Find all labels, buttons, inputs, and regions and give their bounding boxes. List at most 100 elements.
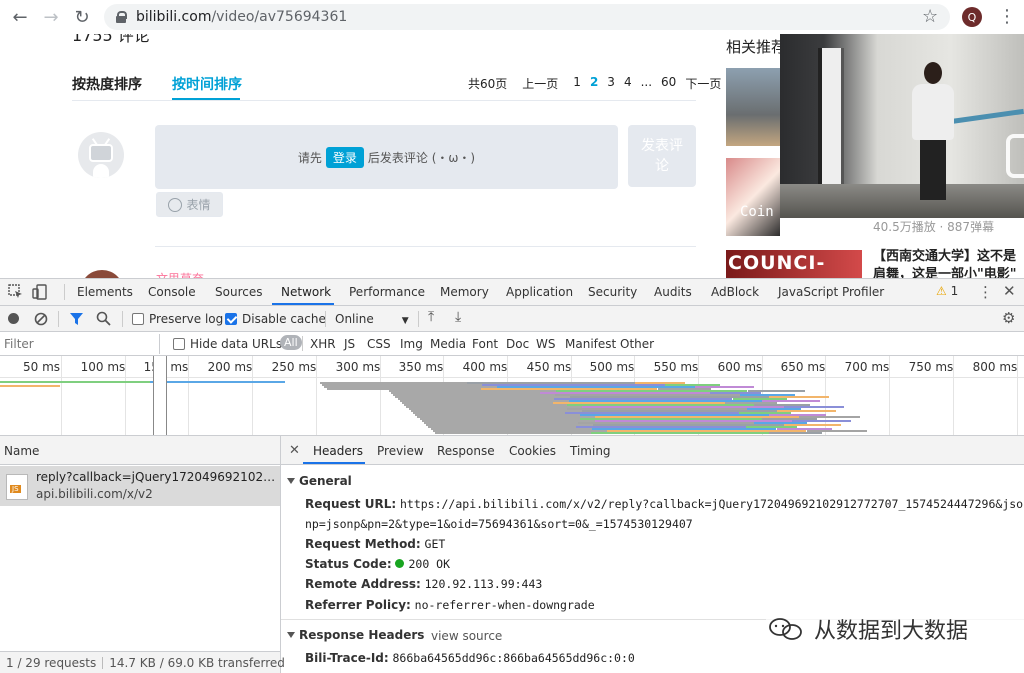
network-overview-timeline[interactable]: 50 ms100 ms150 ms200 ms250 ms300 ms350 m…	[0, 356, 1024, 436]
devtools-tabbar: Elements Console Sources Network Perform…	[0, 279, 1024, 306]
filter-type-ws[interactable]: WS	[536, 337, 555, 351]
tab-sources[interactable]: Sources	[215, 285, 262, 299]
import-har-icon[interactable]: ⤒	[428, 309, 434, 325]
page-link[interactable]: 60	[661, 75, 676, 92]
picture-in-picture-video[interactable]	[780, 34, 1024, 218]
filter-input[interactable]	[0, 334, 160, 354]
disable-cache-checkbox[interactable]: Disable cache	[225, 312, 326, 326]
timeline-tick-label: 800 ms	[972, 360, 1018, 374]
hide-data-urls-checkbox[interactable]: Hide data URLs	[173, 337, 282, 351]
referrer-policy-label: Referrer Policy:	[305, 598, 411, 612]
request-method-label: Request Method:	[305, 537, 421, 551]
emoji-label: 表情	[186, 198, 211, 212]
sort-by-hot-tab[interactable]: 按热度排序	[72, 74, 142, 94]
filter-type-doc[interactable]: Doc	[506, 337, 529, 351]
referrer-policy-value: no-referrer-when-downgrade	[414, 598, 595, 612]
tab-elements[interactable]: Elements	[77, 285, 133, 299]
next-page-link[interactable]: 下一页	[685, 75, 721, 92]
filter-type-font[interactable]: Font	[472, 337, 498, 351]
bookmark-star-icon[interactable]: ☆	[922, 6, 938, 27]
response-headers-section-header[interactable]: Response Headers	[287, 628, 424, 642]
page-link[interactable]: 3	[607, 75, 615, 92]
timeline-tick-label: 300 ms	[335, 360, 381, 374]
view-source-link[interactable]: view source	[431, 629, 502, 643]
prev-page-link[interactable]: 上一页	[522, 75, 558, 92]
preserve-log-checkbox[interactable]: Preserve log	[132, 312, 223, 326]
tab-response[interactable]: Response	[437, 444, 495, 458]
tab-console[interactable]: Console	[148, 285, 196, 299]
network-toolbar: Preserve log Disable cache Online ▼ ⤒ ⤓ ⚙	[0, 306, 1024, 332]
related-video-title[interactable]: 【西南交通大学】这不是肩舞，这是一部小"电影"	[873, 248, 1024, 278]
export-har-icon[interactable]: ⤓	[455, 309, 461, 325]
filter-type-manifest[interactable]: Manifest	[565, 337, 616, 351]
timeline-tick-label: 500 ms	[589, 360, 635, 374]
emoji-button[interactable]: 表情	[156, 192, 223, 217]
page-link[interactable]: 1	[573, 75, 581, 92]
clear-icon[interactable]	[34, 312, 48, 326]
related-video-thumbnail[interactable]	[726, 68, 780, 146]
inspect-element-icon[interactable]	[8, 284, 24, 300]
reply-username[interactable]: 文思草奈	[156, 270, 204, 278]
tab-performance[interactable]: Performance	[349, 285, 425, 299]
filter-icon[interactable]	[69, 312, 84, 326]
forward-icon[interactable]: →	[37, 3, 65, 31]
request-url-value-continued: np=jsonp&pn=2&type=1&oid=75694361&sort=0…	[305, 517, 693, 531]
tab-memory[interactable]: Memory	[440, 285, 489, 299]
tab-network[interactable]: Network	[281, 285, 331, 299]
tab-preview[interactable]: Preview	[377, 444, 424, 458]
record-icon[interactable]	[8, 313, 19, 324]
comment-input-box[interactable]: 请先 登录 后发表评论 (・ω・)	[155, 125, 618, 189]
status-code-label: Status Code:	[305, 557, 392, 571]
page-link-current[interactable]: 2	[590, 75, 598, 92]
filter-type-img[interactable]: Img	[400, 337, 423, 351]
related-video-thumbnail[interactable]: Coin	[726, 158, 780, 236]
filter-type-xhr[interactable]: XHR	[310, 337, 336, 351]
page-link[interactable]: 4	[624, 75, 632, 92]
network-settings-gear-icon[interactable]: ⚙	[1002, 309, 1015, 327]
tab-headers[interactable]: Headers	[313, 444, 363, 458]
tab-security[interactable]: Security	[588, 285, 637, 299]
filter-type-other[interactable]: Other	[620, 337, 654, 351]
device-toolbar-icon[interactable]	[32, 284, 48, 300]
sort-by-time-tab[interactable]: 按时间排序	[172, 74, 242, 94]
tab-audits[interactable]: Audits	[654, 285, 692, 299]
timeline-tick-label: 450 ms	[526, 360, 572, 374]
page-content: 1755 评论 按热度排序 按时间排序 共60页 上一页 1 2 3 4 ...…	[0, 34, 1024, 278]
smiley-icon	[168, 197, 183, 212]
login-button[interactable]: 登录	[325, 146, 364, 168]
timeline-request-bar	[150, 381, 285, 383]
filter-type-all[interactable]: All	[280, 335, 302, 350]
post-comment-button[interactable]: 发表评论	[628, 125, 696, 187]
browser-menu-icon[interactable]: ⋮	[998, 6, 1016, 27]
profile-avatar[interactable]: Q	[962, 7, 982, 27]
related-video-stats: 40.5万播放 · 887弹幕	[873, 220, 995, 234]
related-video-thumbnail[interactable]: COUNCI-	[726, 250, 862, 278]
tab-cookies[interactable]: Cookies	[509, 444, 556, 458]
devtools-menu-icon[interactable]: ⋮	[978, 283, 993, 301]
throttling-select[interactable]: Online ▼	[335, 312, 409, 326]
timeline-tick-label: 550 ms	[653, 360, 699, 374]
name-column-header[interactable]: Name	[0, 436, 280, 465]
filter-type-media[interactable]: Media	[430, 337, 466, 351]
reply-user-avatar[interactable]	[80, 270, 124, 278]
tab-adblock[interactable]: AdBlock	[711, 285, 759, 299]
response-headers-label: Response Headers	[299, 628, 425, 642]
timeline-request-bar	[0, 381, 150, 383]
search-icon[interactable]	[96, 311, 111, 326]
timeline-selection-marker[interactable]	[153, 356, 167, 435]
general-section-header[interactable]: General	[287, 474, 352, 488]
close-details-icon[interactable]: ✕	[289, 443, 300, 458]
reload-icon[interactable]: ↻	[68, 3, 96, 31]
timeline-tick-label: 600 ms	[717, 360, 763, 374]
tab-javascript-profiler[interactable]: JavaScript Profiler	[778, 285, 884, 299]
filter-type-css[interactable]: CSS	[367, 337, 391, 351]
tab-timing[interactable]: Timing	[570, 444, 611, 458]
filter-type-js[interactable]: JS	[344, 337, 355, 351]
address-bar[interactable]: bilibili.com/video/av75694361	[104, 4, 950, 30]
back-icon[interactable]: ←	[6, 3, 34, 31]
request-count: 1 / 29 requests	[6, 656, 97, 670]
close-devtools-icon[interactable]: ✕	[1003, 282, 1016, 300]
warning-counter[interactable]: ⚠ 1	[936, 284, 958, 298]
tab-application[interactable]: Application	[506, 285, 573, 299]
request-row-selected[interactable]: JS reply?callback=jQuery1720496921029127…	[0, 466, 280, 506]
